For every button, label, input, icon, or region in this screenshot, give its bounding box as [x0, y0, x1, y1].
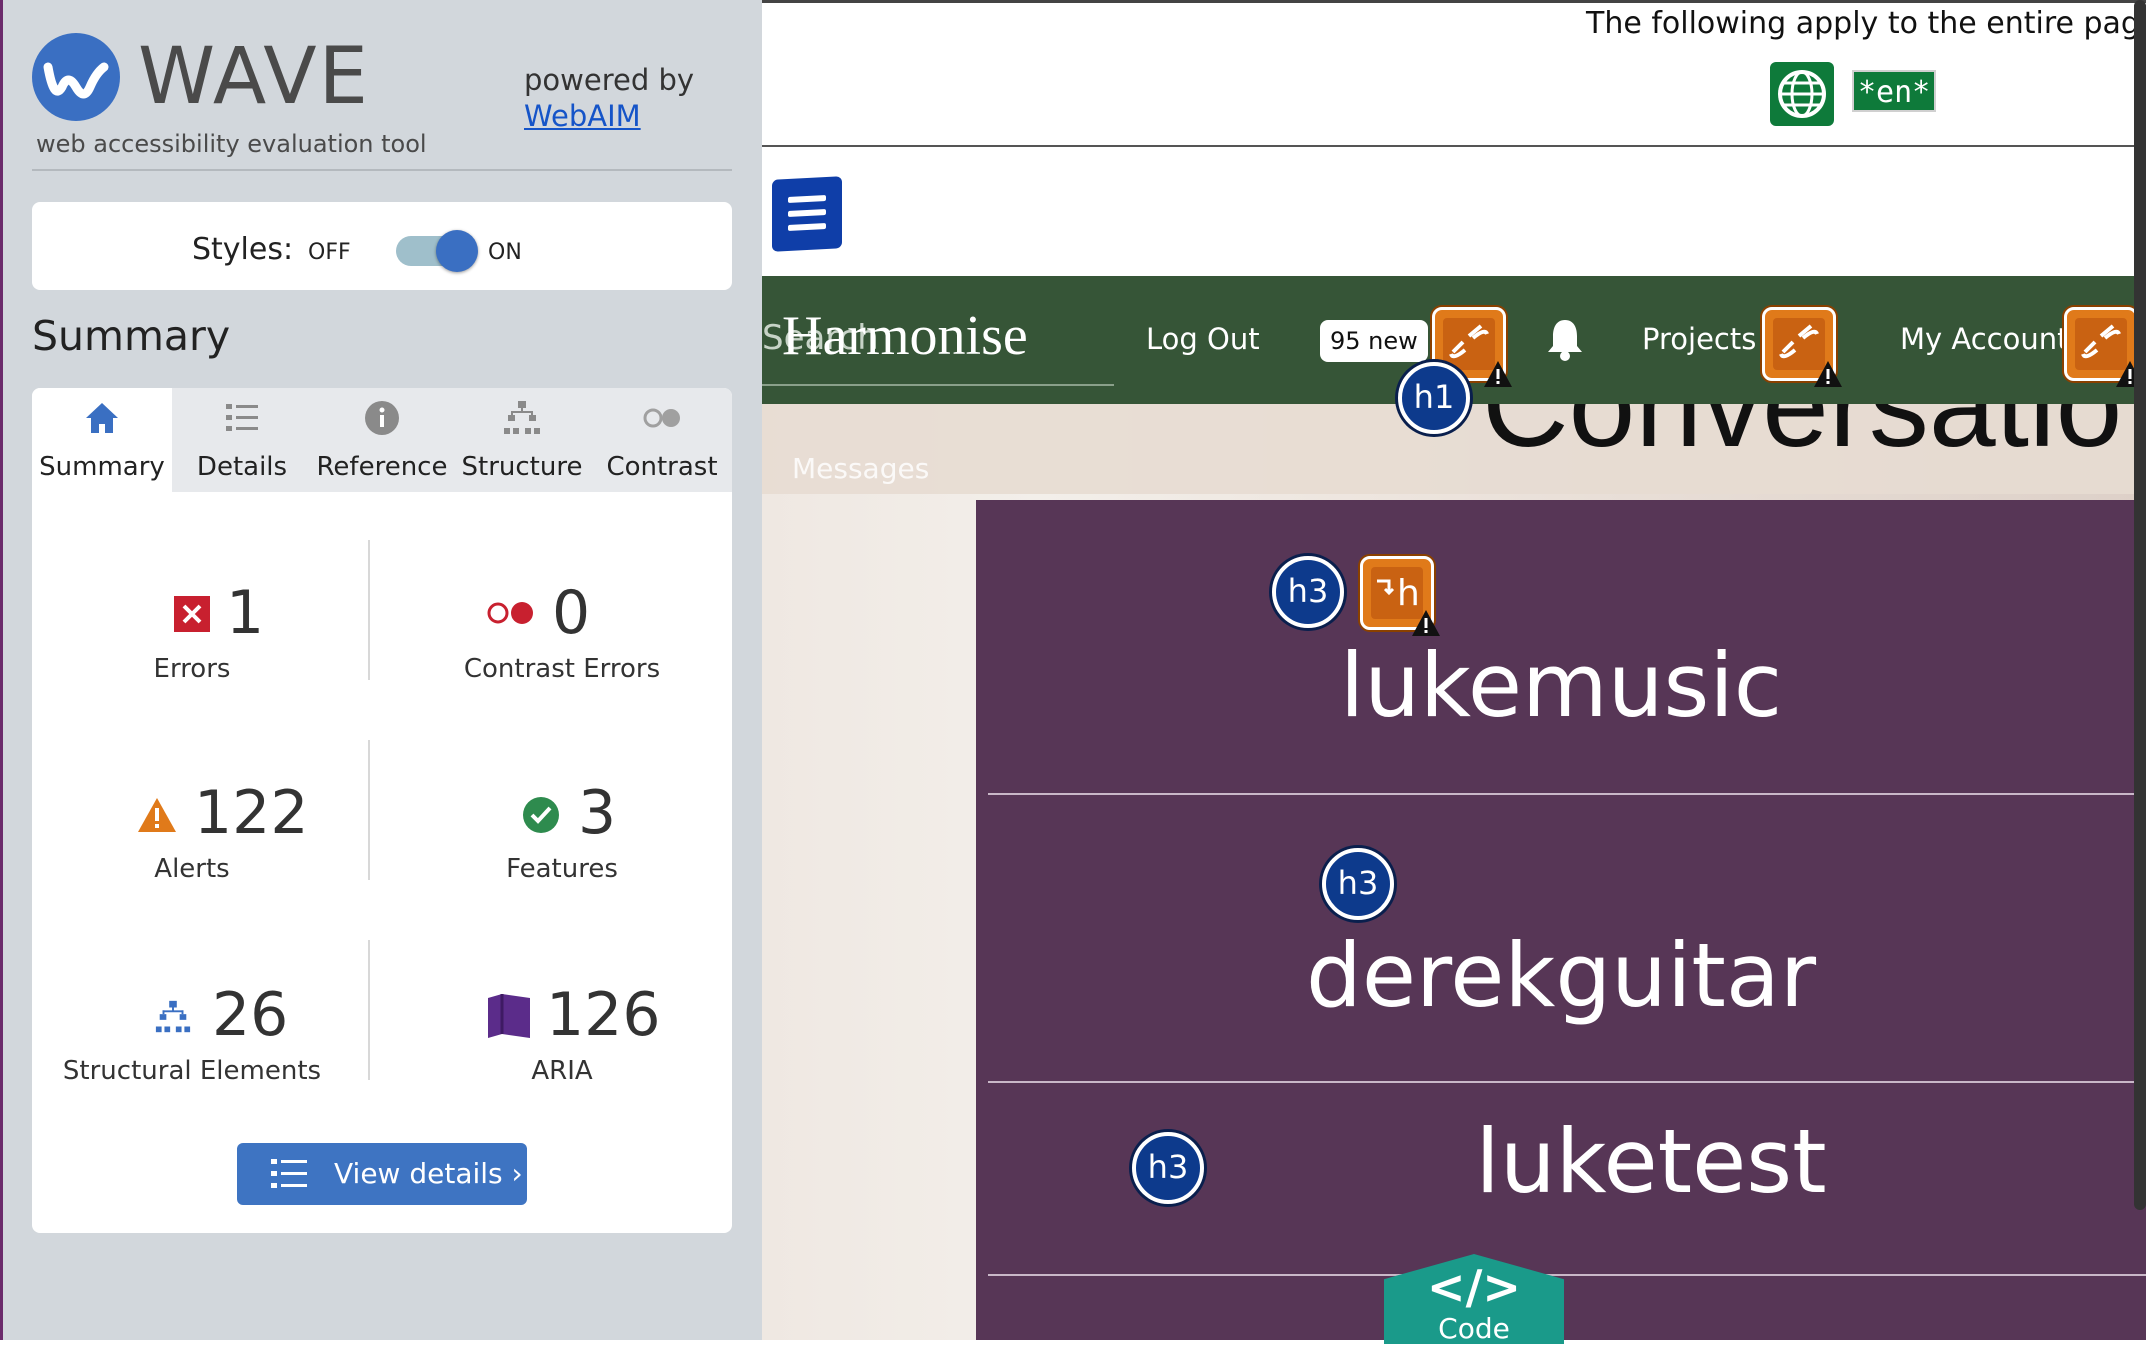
- h3-badge[interactable]: h3: [1272, 556, 1344, 628]
- tab-label: Structure: [461, 452, 583, 482]
- aria-label: ARIA: [531, 1056, 593, 1086]
- h3-badge[interactable]: h3: [1322, 848, 1394, 920]
- list-separator: [988, 1081, 2146, 1083]
- contrast-error-icon: [487, 602, 533, 624]
- powered-by: powered by WebAIM: [524, 62, 694, 134]
- webaim-link[interactable]: WebAIM: [524, 98, 694, 134]
- notification-count-badge[interactable]: 95 new: [1320, 320, 1428, 362]
- structural-label: Structural Elements: [62, 1056, 322, 1086]
- tab-summary[interactable]: Summary: [32, 388, 172, 492]
- conversation-username[interactable]: luketest: [1156, 1110, 2146, 1213]
- nav-projects[interactable]: Projects: [1642, 322, 1756, 356]
- home-icon: [86, 403, 118, 433]
- header-divider: [32, 169, 732, 171]
- tab-label: Summary: [39, 452, 165, 482]
- view-details-button[interactable]: View details ›: [237, 1143, 527, 1205]
- styles-toggle-box: Styles: OFF ON: [32, 202, 732, 290]
- h1-badge[interactable]: h1: [1398, 362, 1470, 434]
- contrast-label: Contrast Errors: [463, 654, 661, 684]
- nav-logout[interactable]: Log Out: [1146, 322, 1260, 356]
- aria-count: 126: [546, 980, 661, 1050]
- aria-menu-icon[interactable]: [772, 176, 842, 252]
- aria-icon: [488, 994, 530, 1038]
- stats-divider: [368, 540, 370, 680]
- messages-label: Messages: [792, 452, 930, 485]
- error-icon: [174, 596, 210, 632]
- tab-bar: Summary Details Reference Structure Cont…: [32, 388, 732, 492]
- styles-label: Styles:: [192, 232, 294, 267]
- summary-heading: Summary: [32, 312, 231, 360]
- conversation-username[interactable]: derekguitar: [976, 924, 2146, 1027]
- wave-subtitle: web accessibility evaluation tool: [36, 130, 427, 158]
- heading-level-letter: h: [1397, 573, 1420, 614]
- tab-label: Details: [196, 452, 288, 482]
- bell-icon[interactable]: [1540, 314, 1590, 364]
- tab-structure[interactable]: Structure: [452, 388, 592, 492]
- nav-my-account[interactable]: My Account: [1900, 322, 2069, 356]
- contrast-count: 0: [552, 578, 591, 648]
- page-scrollbar[interactable]: [2134, 0, 2146, 1210]
- conversation-list: h3 h lukemusic h3 derekguitar h3 luketes…: [976, 500, 2146, 1340]
- hierarchy-icon: [504, 401, 540, 434]
- list-separator: [988, 793, 2146, 795]
- features-count: 3: [578, 778, 617, 848]
- wave-logo-icon: [32, 33, 120, 121]
- styles-off-label: OFF: [308, 240, 351, 265]
- conversation-username[interactable]: lukemusic: [976, 634, 2146, 737]
- tab-details[interactable]: Details: [172, 388, 312, 492]
- summary-panel: Summary Details Reference Structure Cont…: [32, 388, 732, 1233]
- errors-label: Errors: [153, 654, 231, 684]
- site-brand[interactable]: Harmonise: [782, 304, 1028, 368]
- feature-icon: [523, 797, 559, 833]
- page-top-border: [762, 0, 2146, 3]
- sidebar-edge: [0, 0, 3, 1340]
- alert-icon: [138, 798, 176, 832]
- alerts-count: 122: [194, 778, 309, 848]
- styles-on-label: ON: [488, 240, 522, 265]
- features-label: Features: [506, 854, 618, 884]
- globe-icon[interactable]: [1770, 62, 1834, 126]
- contrast-icon: [643, 408, 680, 428]
- styles-toggle[interactable]: [396, 230, 478, 272]
- structure-icon: [155, 1000, 191, 1033]
- tab-reference[interactable]: Reference: [312, 388, 452, 492]
- search-underline: [762, 384, 1114, 386]
- info-icon: [365, 401, 399, 435]
- stats-divider: [368, 740, 370, 880]
- tab-contrast[interactable]: Contrast: [592, 388, 732, 492]
- page-level-note: The following apply to the entire page:: [1586, 6, 2146, 41]
- powered-by-text: powered by: [524, 63, 695, 97]
- view-details-label: View details ›: [334, 1157, 523, 1190]
- language-badge[interactable]: *en*: [1852, 70, 1937, 112]
- page-divider: [762, 145, 2146, 147]
- toggle-knob[interactable]: [436, 230, 478, 272]
- list-separator: [988, 1274, 2146, 1276]
- broken-link-alert-icon[interactable]: [2064, 307, 2144, 387]
- errors-count: 1: [226, 578, 265, 648]
- list-icon: [271, 1159, 307, 1188]
- skipped-heading-alert-icon[interactable]: h: [1360, 556, 1440, 636]
- tab-label: Contrast: [606, 452, 718, 482]
- evaluated-page: The following apply to the entire page: …: [762, 0, 2146, 1344]
- wave-sidebar: WAVE web accessibility evaluation tool p…: [0, 0, 762, 1340]
- code-label: Code: [1438, 1312, 1510, 1345]
- list-icon: [226, 404, 258, 431]
- stats-divider: [368, 940, 370, 1080]
- wave-title: WAVE: [138, 32, 370, 122]
- tab-label: Reference: [316, 452, 448, 482]
- alerts-label: Alerts: [154, 854, 230, 884]
- broken-link-alert-icon[interactable]: [1762, 307, 1842, 387]
- structural-count: 26: [212, 980, 289, 1050]
